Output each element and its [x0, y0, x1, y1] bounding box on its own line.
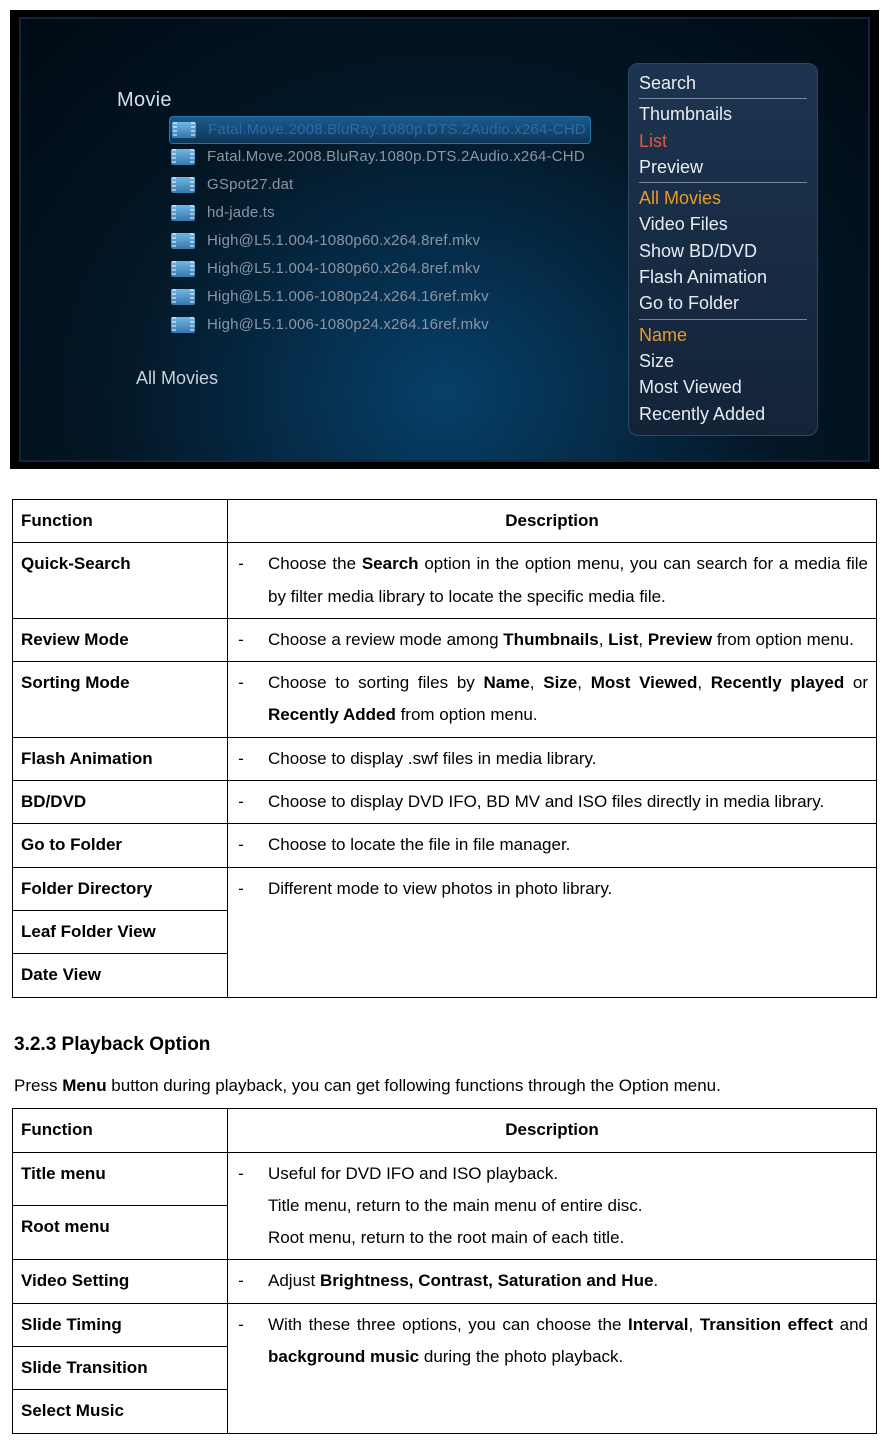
- section-intro: Press Menu button during playback, you c…: [14, 1070, 877, 1102]
- screenshot-frame: Movie Fatal.Move.2008.BluRay.1080p.DTS.2…: [10, 10, 879, 469]
- file-name: Fatal.Move.2008.BluRay.1080p.DTS.2Audio.…: [208, 118, 586, 142]
- option-menu-item[interactable]: All Movies: [639, 185, 807, 211]
- option-menu-item[interactable]: Search: [639, 70, 807, 96]
- description-cell: -Different mode to view photos in photo …: [228, 867, 877, 997]
- section-heading: 3.2.3 Playback Option: [14, 1030, 877, 1060]
- file-row[interactable]: Fatal.Move.2008.BluRay.1080p.DTS.2Audio.…: [169, 116, 591, 144]
- option-menu-item[interactable]: Flash Animation: [639, 264, 807, 290]
- table-header-description: Description: [228, 500, 877, 543]
- film-icon: [171, 289, 195, 305]
- option-menu-item[interactable]: Go to Folder: [639, 290, 807, 316]
- table-row: Folder Directory-Different mode to view …: [13, 867, 877, 910]
- option-menu-item[interactable]: List: [639, 128, 807, 154]
- file-name: High@L5.1.006-1080p24.x264.16ref.mkv: [207, 313, 489, 337]
- movie-file-list: Fatal.Move.2008.BluRay.1080p.DTS.2Audio.…: [171, 117, 587, 339]
- option-menu-item[interactable]: Thumbnails: [639, 101, 807, 127]
- file-name: Fatal.Move.2008.BluRay.1080p.DTS.2Audio.…: [207, 145, 585, 169]
- function-cell: Video Setting: [13, 1260, 228, 1303]
- table-row: BD/DVD-Choose to display DVD IFO, BD MV …: [13, 781, 877, 824]
- menu-separator: [639, 98, 807, 99]
- table-header-description: Description: [228, 1109, 877, 1152]
- table-row: Flash Animation-Choose to display .swf f…: [13, 737, 877, 780]
- file-row[interactable]: hd-jade.ts: [171, 199, 587, 227]
- file-name: hd-jade.ts: [207, 201, 275, 225]
- table-row: Title menu-Useful for DVD IFO and ISO pl…: [13, 1152, 877, 1206]
- option-menu-item[interactable]: Video Files: [639, 211, 807, 237]
- function-cell: Leaf Folder View: [13, 910, 228, 953]
- table-row: Review Mode-Choose a review mode among T…: [13, 618, 877, 661]
- table-row: Video Setting-Adjust Brightness, Contras…: [13, 1260, 877, 1303]
- description-cell: -Choose to display DVD IFO, BD MV and IS…: [228, 781, 877, 824]
- function-cell: Select Music: [13, 1390, 228, 1433]
- function-cell: Title menu: [13, 1152, 228, 1206]
- function-cell: BD/DVD: [13, 781, 228, 824]
- table-header-function: Function: [13, 1109, 228, 1152]
- film-icon: [171, 205, 195, 221]
- function-cell: Flash Animation: [13, 737, 228, 780]
- option-menu-item[interactable]: Show BD/DVD: [639, 238, 807, 264]
- option-menu-item[interactable]: Name: [639, 322, 807, 348]
- function-cell: Root menu: [13, 1206, 228, 1260]
- file-row[interactable]: High@L5.1.006-1080p24.x264.16ref.mkv: [171, 283, 587, 311]
- film-icon: [172, 122, 196, 138]
- description-cell: -Adjust Brightness, Contrast, Saturation…: [228, 1260, 877, 1303]
- menu-separator: [639, 319, 807, 320]
- file-name: GSpot27.dat: [207, 173, 293, 197]
- table-row: Sorting Mode-Choose to sorting files by …: [13, 662, 877, 738]
- section-title: Movie: [117, 84, 172, 116]
- menu-separator: [639, 182, 807, 183]
- film-icon: [171, 149, 195, 165]
- media-player-ui: Movie Fatal.Move.2008.BluRay.1080p.DTS.2…: [19, 17, 870, 462]
- film-icon: [171, 261, 195, 277]
- file-row[interactable]: High@L5.1.004-1080p60.x264.8ref.mkv: [171, 227, 587, 255]
- option-menu-item[interactable]: Recently Added: [639, 401, 807, 427]
- function-cell: Sorting Mode: [13, 662, 228, 738]
- film-icon: [171, 233, 195, 249]
- file-row[interactable]: GSpot27.dat: [171, 171, 587, 199]
- function-cell: Folder Directory: [13, 867, 228, 910]
- description-cell: -Choose a review mode among Thumbnails, …: [228, 618, 877, 661]
- file-row[interactable]: Fatal.Move.2008.BluRay.1080p.DTS.2Audio.…: [171, 143, 587, 171]
- file-row[interactable]: High@L5.1.006-1080p24.x264.16ref.mkv: [171, 311, 587, 339]
- filter-status-label: All Movies: [136, 364, 218, 393]
- file-name: High@L5.1.004-1080p60.x264.8ref.mkv: [207, 257, 480, 281]
- description-cell: -Useful for DVD IFO and ISO playback.Tit…: [228, 1152, 877, 1260]
- table-row: Quick-Search-Choose the Search option in…: [13, 543, 877, 619]
- function-cell: Slide Transition: [13, 1347, 228, 1390]
- file-row[interactable]: High@L5.1.004-1080p60.x264.8ref.mkv: [171, 255, 587, 283]
- function-cell: Review Mode: [13, 618, 228, 661]
- function-cell: Quick-Search: [13, 543, 228, 619]
- description-cell: -Choose to locate the file in file manag…: [228, 824, 877, 867]
- option-menu[interactable]: Search ThumbnailsListPreview All MoviesVid…: [628, 63, 818, 436]
- table-row: Go to Folder-Choose to locate the file i…: [13, 824, 877, 867]
- description-cell: -Choose the Search option in the option …: [228, 543, 877, 619]
- table-header-function: Function: [13, 500, 228, 543]
- description-cell: -Choose to sorting files by Name, Size, …: [228, 662, 877, 738]
- option-menu-functions-table: Function Description Quick-Search-Choose…: [12, 499, 877, 998]
- description-cell: -Choose to display .swf files in media l…: [228, 737, 877, 780]
- description-cell: -With these three options, you can choos…: [228, 1303, 877, 1433]
- function-cell: Go to Folder: [13, 824, 228, 867]
- option-menu-item[interactable]: Most Viewed: [639, 374, 807, 400]
- file-name: High@L5.1.004-1080p60.x264.8ref.mkv: [207, 229, 480, 253]
- playback-option-table: Function Description Title menu-Useful f…: [12, 1108, 877, 1433]
- option-menu-item[interactable]: Preview: [639, 154, 807, 180]
- table-row: Slide Timing-With these three options, y…: [13, 1303, 877, 1346]
- film-icon: [171, 177, 195, 193]
- function-cell: Slide Timing: [13, 1303, 228, 1346]
- film-icon: [171, 317, 195, 333]
- function-cell: Date View: [13, 954, 228, 997]
- file-name: High@L5.1.006-1080p24.x264.16ref.mkv: [207, 285, 489, 309]
- option-menu-item[interactable]: Size: [639, 348, 807, 374]
